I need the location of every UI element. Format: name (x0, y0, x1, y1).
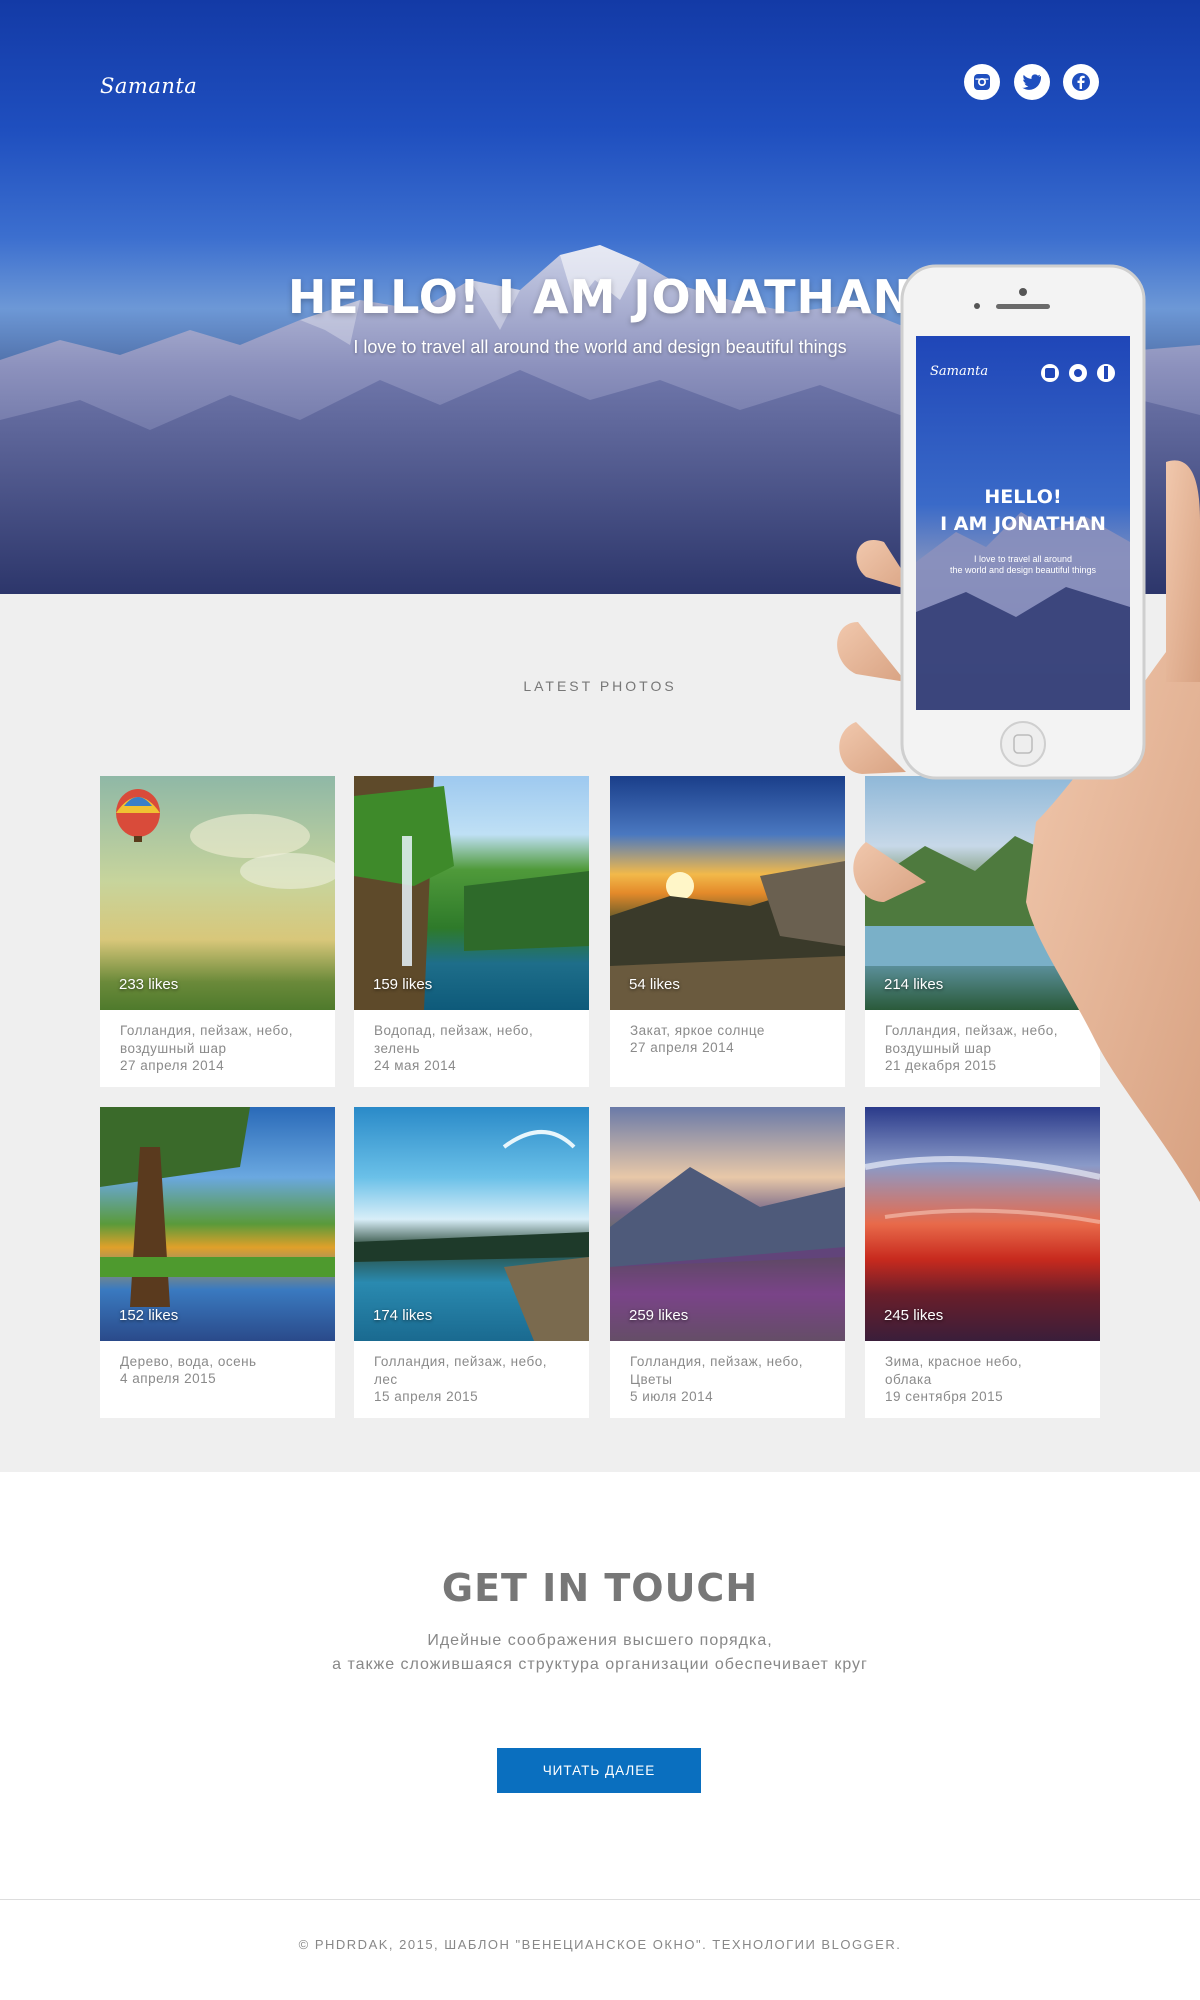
photo-date: 15 апреля 2015 (374, 1389, 479, 1404)
contact-title: GET IN TOUCH (441, 1566, 759, 1610)
photo-card[interactable]: 54 likes Закат, яркое солнце 27 апреля 2… (610, 776, 845, 1087)
caption-line: Водопад, пейзаж, небо, (374, 1023, 534, 1038)
likes-count: 152 likes (119, 1307, 179, 1324)
caption-line: Цветы (630, 1372, 673, 1387)
photo-date: 19 сентября 2015 (885, 1389, 1004, 1404)
caption-line: Голландия, пейзаж, небо, (374, 1354, 547, 1369)
contact-text-line1: Идейные соображения высшего порядка, (427, 1632, 773, 1649)
photo-date: 27 апреля 2014 (630, 1040, 735, 1055)
caption-line: Голландия, пейзаж, небо, (120, 1023, 293, 1038)
photo-caption: Зима, красное небо, облака (885, 1353, 1085, 1389)
caption-line: Зима, красное небо, (885, 1354, 1023, 1369)
contact-text-line2: а также сложившаяся структура организаци… (332, 1656, 868, 1673)
photo-caption: Закат, яркое солнце (630, 1022, 830, 1040)
twitter-icon[interactable] (1014, 64, 1050, 100)
likes-count: 233 likes (119, 976, 179, 993)
likes-count: 54 likes (629, 976, 680, 993)
photo-caption: Голландия, пейзаж, небо, лес (374, 1353, 574, 1389)
photo-sunset[interactable] (610, 776, 845, 1010)
phone-subtitle-line1: I love to travel all around (973, 554, 1073, 564)
likes-count: 245 likes (884, 1307, 944, 1324)
site-logo[interactable]: Samanta (100, 74, 197, 98)
photo-date: 4 апреля 2015 (120, 1371, 217, 1386)
instagram-icon[interactable] (964, 64, 1000, 100)
photo-card[interactable]: 233 likes Голландия, пейзаж, небо, возду… (100, 776, 335, 1087)
caption-line: облака (885, 1372, 932, 1387)
footer-divider (0, 1899, 1200, 1900)
read-more-button[interactable]: ЧИТАТЬ ДАЛЕЕ (497, 1748, 701, 1793)
photo-card[interactable]: 259 likes Голландия, пейзаж, небо, Цветы… (610, 1107, 845, 1418)
photo-lake[interactable] (354, 1107, 589, 1341)
photo-card[interactable]: 152 likes Дерево, вода, осень 4 апреля 2… (100, 1107, 335, 1418)
photo-card[interactable]: 174 likes Голландия, пейзаж, небо, лес 1… (354, 1107, 589, 1418)
caption-line: лес (374, 1372, 398, 1387)
phone-mockup: Samanta HELLO! I AM JONATHAN I love to t… (836, 262, 1200, 1202)
photo-tree[interactable] (100, 1107, 335, 1341)
photo-date: 24 мая 2014 (374, 1058, 457, 1073)
caption-line: воздушный шар (120, 1041, 227, 1056)
photo-caption: Голландия, пейзаж, небо, Цветы (630, 1353, 830, 1389)
facebook-icon[interactable] (1063, 64, 1099, 100)
phone-title-line1: HELLO! (984, 486, 1062, 508)
likes-count: 159 likes (373, 976, 433, 993)
caption-line: Закат, яркое солнце (630, 1023, 765, 1038)
caption-line: зелень (374, 1041, 420, 1056)
photo-caption: Водопад, пейзаж, небо, зелень (374, 1022, 574, 1058)
photo-waterfall[interactable] (354, 776, 589, 1010)
phone-subtitle-line2: the world and design beautiful things (949, 565, 1097, 575)
hand-image (837, 264, 1200, 1202)
photo-date: 27 апреля 2014 (120, 1058, 225, 1073)
photo-date: 5 июля 2014 (630, 1389, 714, 1404)
phone-title-line2: I AM JONATHAN (940, 513, 1106, 535)
footer-copyright: © PHDRDAK, 2015, ШАБЛОН "ВЕНЕЦИАНСКОЕ ОК… (298, 1937, 902, 1952)
caption-line: Дерево, вода, осень (120, 1354, 257, 1369)
likes-count: 174 likes (373, 1307, 433, 1324)
photo-flowers[interactable] (610, 1107, 845, 1341)
photo-balloon[interactable] (100, 776, 335, 1010)
photo-caption: Дерево, вода, осень (120, 1353, 320, 1371)
photo-caption: Голландия, пейзаж, небо, воздушный шар (120, 1022, 320, 1058)
caption-line: Голландия, пейзаж, небо, (630, 1354, 803, 1369)
phone-logo: Samanta (930, 364, 989, 379)
likes-count: 259 likes (629, 1307, 689, 1324)
photo-card[interactable]: 159 likes Водопад, пейзаж, небо, зелень … (354, 776, 589, 1087)
